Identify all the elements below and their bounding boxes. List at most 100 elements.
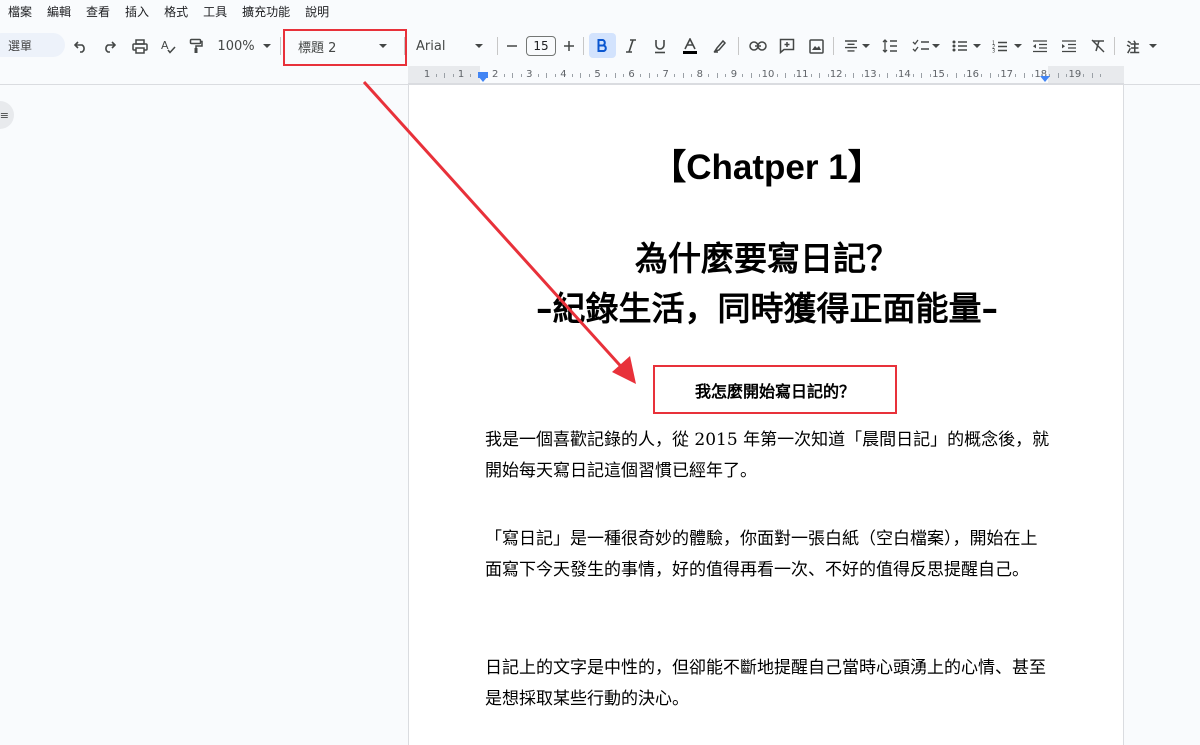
spellcheck-icon[interactable]: A (159, 35, 177, 57)
ruler-tick (819, 73, 821, 78)
ruler-tick (1066, 74, 1068, 77)
decrease-font-size-icon[interactable] (505, 35, 519, 57)
font-select[interactable]: Arial (416, 35, 446, 57)
ruler-label: 9 (730, 69, 738, 80)
menu-help[interactable]: 說明 (305, 3, 329, 20)
divider (583, 37, 584, 55)
ruler-tick (648, 73, 650, 78)
paint-format-icon[interactable] (187, 35, 205, 57)
ruler-label: 2 (492, 69, 499, 80)
paragraph-2[interactable]: 「寫日記」是一種很奇妙的體驗，你面對一張白紙（空白檔案），開始在上面寫下今天發生… (485, 524, 1051, 586)
divider (738, 37, 739, 55)
title-line-2[interactable]: –紀錄生活，同時獲得正面能量– (409, 282, 1125, 330)
ruler-label: 11 (795, 69, 809, 80)
ruler-label: 8 (696, 69, 703, 80)
menu-edit[interactable]: 編輯 (47, 3, 71, 20)
chevron-down-icon[interactable] (1013, 35, 1023, 57)
ruler-tick (725, 74, 727, 77)
redo-icon[interactable] (101, 35, 117, 57)
ruler-tick (1091, 73, 1093, 78)
ruler-tick (606, 74, 608, 77)
ruler-tick (708, 74, 710, 77)
font-size-input[interactable]: 15 (526, 36, 556, 56)
chapter-heading[interactable]: 【Chatper 1】 (409, 139, 1125, 190)
chevron-down-icon[interactable] (474, 35, 484, 57)
paragraph-1[interactable]: 我是一個喜歡記錄的人，從 2015 年第一次知道「晨間日記」的概念後，就開始每天… (485, 425, 1051, 487)
right-indent-marker[interactable] (1040, 76, 1050, 82)
menu-tools[interactable]: 工具 (203, 3, 227, 20)
menu-view[interactable]: 查看 (86, 3, 110, 20)
menu-insert[interactable]: 插入 (125, 3, 149, 20)
insert-image-icon[interactable] (807, 35, 825, 57)
ruler-tick (998, 74, 1000, 77)
chevron-down-icon[interactable] (861, 35, 871, 57)
print-icon[interactable] (131, 35, 149, 57)
ruler-label: 17 (1000, 69, 1014, 80)
chevron-down-icon[interactable] (1148, 35, 1158, 57)
ruler-tick (776, 74, 778, 77)
ruler-tick (503, 74, 505, 77)
chevron-down-icon[interactable] (262, 35, 272, 57)
ruler-label: 1 (423, 69, 431, 80)
ruler-tick (887, 73, 889, 78)
ruler-label: 5 (594, 69, 601, 80)
text-color-icon[interactable] (680, 35, 700, 57)
menu-format[interactable]: 格式 (164, 3, 188, 20)
title-line-1[interactable]: 為什麼要寫日記？ (409, 232, 1125, 280)
ruler-tick (614, 73, 616, 78)
divider (280, 37, 281, 55)
ruler-label: 15 (932, 69, 945, 80)
ruler-label: 7 (662, 69, 669, 80)
left-indent-marker[interactable] (478, 76, 488, 82)
align-center-icon[interactable] (842, 35, 860, 57)
add-comment-icon[interactable] (778, 35, 796, 57)
ruler-tick (512, 73, 514, 78)
editing-mode-select[interactable]: 注 (1124, 35, 1142, 57)
chevron-down-icon[interactable] (931, 35, 941, 57)
ruler-tick (861, 74, 863, 77)
italic-icon[interactable] (622, 35, 640, 57)
decrease-indent-icon[interactable] (1031, 35, 1049, 57)
clear-formatting-icon[interactable] (1089, 35, 1107, 57)
ruler-tick (964, 74, 966, 77)
menu-file[interactable]: 檔案 (8, 3, 32, 20)
ruler-tick (853, 73, 855, 78)
ruler-tick (691, 74, 693, 77)
ruler-tick (435, 74, 437, 77)
undo-icon[interactable] (73, 35, 89, 57)
ruler-tick (546, 73, 548, 78)
search-menus-input[interactable]: 選單 (0, 33, 65, 57)
ruler: 1 1 2 3 4 5 6 7 8 9 10 11 12 13 14 15 16 17 18 19 (408, 66, 1124, 84)
bulleted-list-icon[interactable] (951, 35, 969, 57)
numbered-list-icon[interactable]: 123 (991, 35, 1009, 57)
heading-2[interactable]: 我怎麼開始寫日記的？ (653, 365, 897, 414)
increase-indent-icon[interactable] (1060, 35, 1078, 57)
link-icon[interactable] (748, 35, 768, 57)
ruler-tick (469, 74, 471, 77)
line-spacing-icon[interactable] (881, 35, 899, 57)
increase-font-size-icon[interactable] (562, 35, 576, 57)
divider (833, 37, 834, 55)
ruler-tick (1057, 73, 1059, 78)
document-page[interactable]: 【Chatper 1】 為什麼要寫日記？ –紀錄生活，同時獲得正面能量– 我怎麼… (408, 85, 1124, 745)
ruler-label: 10 (761, 69, 775, 80)
ruler-label: 13 (863, 69, 877, 80)
ruler-tick (793, 74, 795, 77)
ruler-label: 3 (526, 69, 533, 80)
highlight-icon[interactable] (711, 35, 729, 57)
chevron-down-icon[interactable] (972, 35, 982, 57)
ruler-label: 16 (966, 69, 979, 80)
outline-toggle-button[interactable]: ≡ (0, 101, 14, 129)
svg-text:A: A (161, 39, 169, 52)
paragraph-3[interactable]: 日記上的文字是中性的，但卻能不斷地提醒自己當時心頭湧上的心情、甚至是想採取某些行… (485, 653, 1051, 715)
bold-button[interactable] (589, 33, 616, 58)
checklist-icon[interactable] (911, 35, 931, 57)
ruler-tick (912, 74, 914, 77)
menu-extensions[interactable]: 擴充功能 (242, 3, 290, 20)
underline-icon[interactable] (651, 35, 669, 57)
divider (1114, 37, 1115, 55)
zoom-select[interactable]: 100% (217, 35, 254, 57)
ruler-tick (895, 74, 897, 77)
outline-icon: ≡ (0, 108, 9, 122)
ruler-label: 14 (898, 69, 911, 80)
